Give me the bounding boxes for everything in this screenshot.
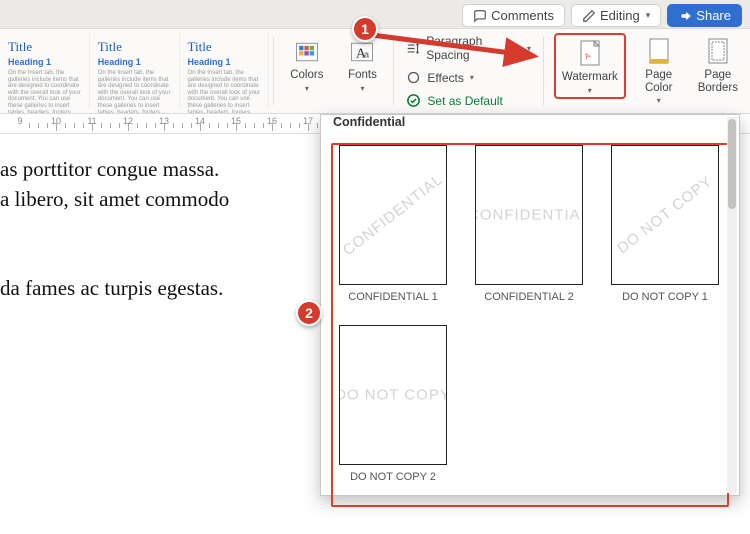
style-body: On the Insert tab, the galleries include… bbox=[98, 70, 171, 113]
share-label: Share bbox=[696, 8, 731, 23]
style-title: Title bbox=[8, 39, 81, 55]
set-as-default-button[interactable]: Set as Default bbox=[402, 92, 535, 109]
check-circle-icon bbox=[406, 93, 421, 108]
separator bbox=[273, 37, 274, 105]
comment-icon bbox=[473, 9, 487, 23]
callout-number: 1 bbox=[361, 21, 369, 37]
page-borders-label: Page Borders bbox=[698, 69, 738, 94]
ruler-number: 15 bbox=[231, 116, 241, 126]
set-default-label: Set as Default bbox=[427, 94, 502, 108]
ruler-number: 17 bbox=[303, 116, 313, 126]
ruler-number: 10 bbox=[51, 116, 61, 126]
watermark-text: CONFIDENTIAL bbox=[475, 207, 583, 224]
share-button[interactable]: Share bbox=[667, 4, 742, 27]
ruler-number: 16 bbox=[267, 116, 277, 126]
ruler-number: 9 bbox=[17, 116, 22, 126]
chevron-down-icon: ▾ bbox=[588, 86, 592, 95]
style-heading: Heading 1 bbox=[8, 57, 81, 67]
style-body: On the Insert tab, the galleries include… bbox=[188, 70, 261, 113]
page-color-label: Page Color bbox=[645, 69, 672, 94]
style-heading: Heading 1 bbox=[98, 57, 171, 67]
watermark-thumbnail: DO NOT COPY bbox=[339, 325, 447, 465]
ruler-number: 12 bbox=[123, 116, 133, 126]
style-title: Title bbox=[98, 39, 171, 55]
page-color-icon bbox=[644, 37, 674, 67]
callout-number: 2 bbox=[305, 305, 313, 321]
pencil-icon bbox=[582, 9, 596, 23]
watermark-thumbnail: DO NOT COPY bbox=[611, 145, 719, 285]
chevron-down-icon: ▾ bbox=[360, 84, 364, 93]
body-text: a libero, sit amet commodo bbox=[0, 187, 229, 211]
chevron-down-icon: ▾ bbox=[305, 84, 309, 93]
watermark-option[interactable]: DO NOT COPY DO NOT COPY 2 bbox=[339, 325, 447, 483]
style-title: Title bbox=[188, 39, 261, 55]
gallery-scrollbar[interactable] bbox=[727, 117, 737, 493]
annotation-callout-1: 1 bbox=[352, 16, 378, 42]
style-set-option[interactable]: Title Heading 1 On the Insert tab, the g… bbox=[90, 33, 180, 109]
comments-button[interactable]: Comments bbox=[462, 4, 565, 27]
ruler-number: 13 bbox=[159, 116, 169, 126]
watermark-option-label: DO NOT COPY 2 bbox=[350, 471, 436, 483]
watermark-icon: A bbox=[575, 39, 605, 69]
watermark-option[interactable]: CONFIDENTIAL CONFIDENTIAL 1 bbox=[339, 145, 447, 303]
style-set-option[interactable]: Title Heading 1 On the Insert tab, the g… bbox=[180, 33, 270, 109]
gallery-section-title: Confidential bbox=[331, 115, 407, 135]
share-icon bbox=[678, 9, 692, 23]
editing-label: Editing bbox=[600, 8, 640, 23]
editing-mode-button[interactable]: Editing ▾ bbox=[571, 4, 661, 27]
watermark-option-label: CONFIDENTIAL 2 bbox=[484, 291, 573, 303]
colors-icon bbox=[292, 37, 322, 67]
watermark-option[interactable]: DO NOT COPY DO NOT COPY 1 bbox=[611, 145, 719, 303]
watermark-gallery-panel: Confidential CONFIDENTIALCONFIDENTIAL 1C… bbox=[320, 114, 740, 496]
watermark-text: CONFIDENTIAL bbox=[340, 171, 447, 260]
style-heading: Heading 1 bbox=[188, 57, 261, 67]
watermark-thumbnail: CONFIDENTIAL bbox=[339, 145, 447, 285]
watermark-thumbnail: CONFIDENTIAL bbox=[475, 145, 583, 285]
watermark-option-label: DO NOT COPY 1 bbox=[622, 291, 708, 303]
watermark-option-label: CONFIDENTIAL 1 bbox=[348, 291, 437, 303]
scrollbar-thumb[interactable] bbox=[728, 119, 736, 209]
style-body: On the Insert tab, the galleries include… bbox=[8, 70, 81, 113]
style-set-gallery[interactable]: Title Heading 1 On the Insert tab, the g… bbox=[0, 29, 269, 113]
colors-button[interactable]: Colors ▾ bbox=[284, 33, 329, 95]
colors-label: Colors bbox=[290, 69, 323, 82]
chevron-down-icon: ▾ bbox=[657, 96, 661, 105]
watermark-text: DO NOT COPY bbox=[339, 387, 447, 404]
page-color-button[interactable]: Page Color ▾ bbox=[638, 33, 680, 107]
ruler-number: 14 bbox=[195, 116, 205, 126]
body-text: da fames ac turpis egestas. bbox=[0, 276, 223, 300]
ruler-number: 11 bbox=[87, 116, 96, 126]
watermark-option[interactable]: CONFIDENTIAL CONFIDENTIAL 2 bbox=[475, 145, 583, 303]
page-borders-icon bbox=[703, 37, 733, 67]
annotation-callout-2: 2 bbox=[296, 300, 322, 326]
chevron-down-icon: ▾ bbox=[646, 10, 651, 21]
page-borders-button[interactable]: Page Borders bbox=[692, 33, 744, 96]
body-text: as porttitor congue massa. bbox=[0, 157, 219, 181]
comments-label: Comments bbox=[491, 8, 554, 23]
style-set-option[interactable]: Title Heading 1 On the Insert tab, the g… bbox=[0, 33, 90, 109]
watermark-label: Watermark bbox=[562, 71, 618, 84]
watermark-text: DO NOT COPY bbox=[614, 173, 716, 258]
watermark-button[interactable]: A Watermark ▾ bbox=[554, 33, 626, 99]
